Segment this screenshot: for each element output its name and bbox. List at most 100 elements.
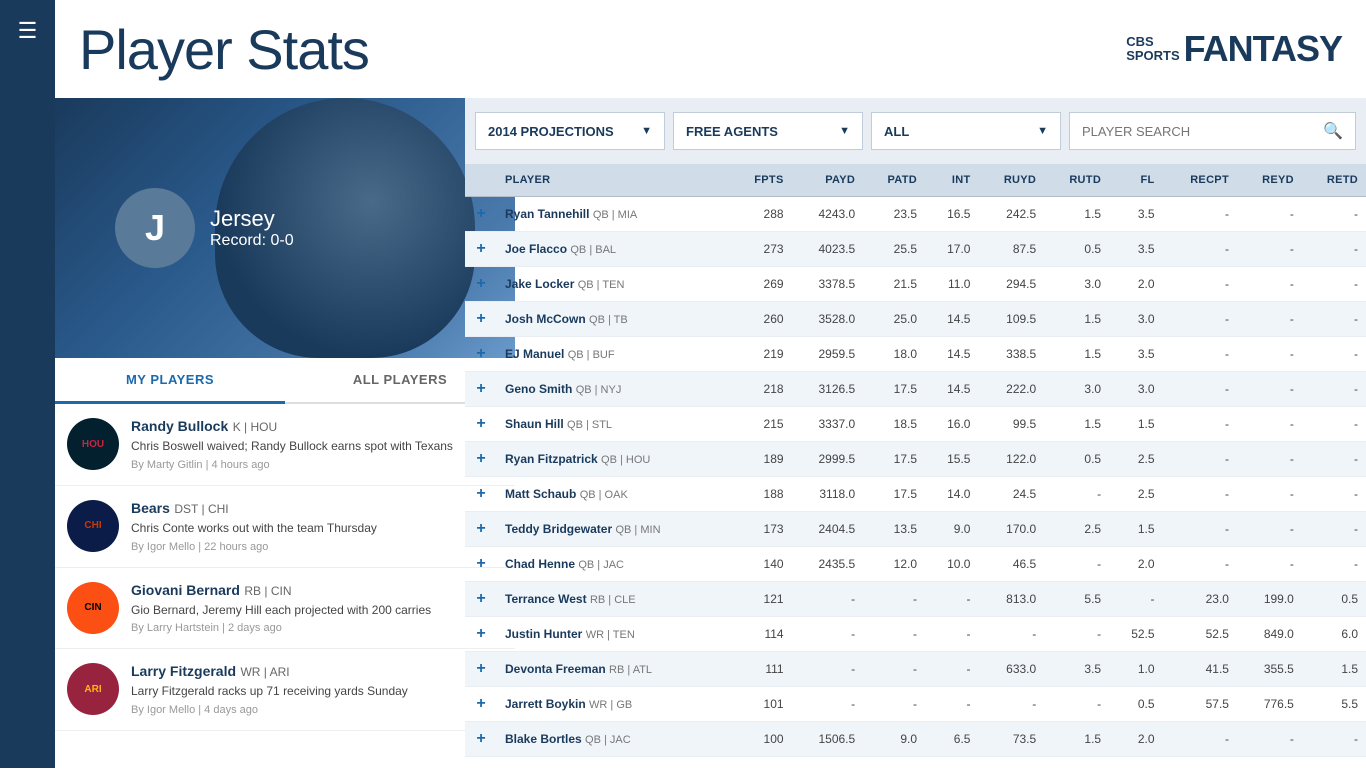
fl-cell: 2.5 (1109, 477, 1162, 512)
add-player-button[interactable]: + (473, 520, 489, 538)
ruyd-cell: 813.0 (978, 582, 1044, 617)
patd-cell: 17.5 (863, 372, 925, 407)
fl-cell: 2.0 (1109, 722, 1162, 757)
position-chevron-icon: ▼ (1025, 125, 1048, 137)
news-player-name: Randy Bullock K | HOU (131, 418, 503, 436)
col-retd: RETD (1302, 164, 1366, 197)
add-button-cell[interactable]: + (465, 197, 497, 232)
add-player-button[interactable]: + (473, 590, 489, 608)
position-filter[interactable]: ALL ▼ (871, 112, 1061, 150)
add-button-cell[interactable]: + (465, 232, 497, 267)
patd-cell: 25.5 (863, 232, 925, 267)
table-row: + Ryan Fitzpatrick QB | HOU 189 2999.5 1… (465, 442, 1366, 477)
table-container[interactable]: PLAYER FPTS PAYD PATD INT RUYD RUTD FL R… (465, 164, 1366, 774)
add-player-button[interactable]: + (473, 625, 489, 643)
table-row: + Chad Henne QB | JAC 140 2435.5 12.0 10… (465, 547, 1366, 582)
fl-cell: 3.5 (1109, 232, 1162, 267)
add-player-button[interactable]: + (473, 450, 489, 468)
table-row: + Geno Smith QB | NYJ 218 3126.5 17.5 14… (465, 372, 1366, 407)
reyd-cell: - (1237, 197, 1302, 232)
patd-cell: 25.0 (863, 302, 925, 337)
rutd-cell: 1.5 (1044, 722, 1109, 757)
rutd-cell: 1.5 (1044, 337, 1109, 372)
fl-cell: 3.5 (1109, 197, 1162, 232)
payd-cell: 3378.5 (792, 267, 864, 302)
add-button-cell[interactable]: + (465, 302, 497, 337)
payd-cell: - (792, 582, 864, 617)
fpts-cell: 189 (730, 442, 792, 477)
news-content: Bears DST | CHI Chris Conte works out wi… (131, 500, 503, 553)
team-logo: HOU (67, 418, 119, 470)
rutd-cell: - (1044, 687, 1109, 722)
team-logo: ARI (67, 663, 119, 715)
news-text: Chris Conte works out with the team Thur… (131, 520, 503, 537)
news-item: ARI Larry Fitzgerald WR | ARI Larry Fitz… (55, 649, 515, 731)
ruyd-cell: 122.0 (978, 442, 1044, 477)
add-button-cell[interactable]: + (465, 617, 497, 652)
news-text: Chris Boswell waived; Randy Bullock earn… (131, 438, 503, 455)
int-cell: 14.5 (925, 302, 978, 337)
add-button-cell[interactable]: + (465, 722, 497, 757)
ruyd-cell: 633.0 (978, 652, 1044, 687)
reyd-cell: - (1237, 337, 1302, 372)
reyd-cell: - (1237, 407, 1302, 442)
add-button-cell[interactable]: + (465, 652, 497, 687)
retd-cell: - (1302, 232, 1366, 267)
reyd-cell: 776.5 (1237, 687, 1302, 722)
add-button-cell[interactable]: + (465, 512, 497, 547)
payd-cell: 3126.5 (792, 372, 864, 407)
news-item: CHI Bears DST | CHI Chris Conte works ou… (55, 486, 515, 568)
rutd-cell: 2.5 (1044, 512, 1109, 547)
add-player-button[interactable]: + (473, 205, 489, 223)
stats-table: PLAYER FPTS PAYD PATD INT RUYD RUTD FL R… (465, 164, 1366, 757)
rutd-cell: 1.5 (1044, 197, 1109, 232)
season-filter[interactable]: 2014 PROJECTIONS ▼ (475, 112, 665, 150)
right-panel: 2014 PROJECTIONS ▼ FREE AGENTS ▼ ALL ▼ 🔍… (465, 98, 1366, 768)
rutd-cell: - (1044, 547, 1109, 582)
team-logo: CIN (67, 582, 119, 634)
add-button-cell[interactable]: + (465, 582, 497, 617)
news-text: Gio Bernard, Jeremy Hill each projected … (131, 602, 503, 619)
table-row: + Josh McCown QB | TB 260 3528.0 25.0 14… (465, 302, 1366, 337)
logo: CBS SPORTS FANTASY (1126, 28, 1342, 70)
pool-filter[interactable]: FREE AGENTS ▼ (673, 112, 863, 150)
add-player-button[interactable]: + (473, 310, 489, 328)
add-button-cell[interactable]: + (465, 687, 497, 722)
patd-cell: 17.5 (863, 442, 925, 477)
add-button-cell[interactable]: + (465, 442, 497, 477)
add-player-button[interactable]: + (473, 695, 489, 713)
add-player-button[interactable]: + (473, 730, 489, 748)
add-button-cell[interactable]: + (465, 337, 497, 372)
add-player-button[interactable]: + (473, 660, 489, 678)
add-player-button[interactable]: + (473, 240, 489, 258)
add-player-button[interactable]: + (473, 345, 489, 363)
add-player-button[interactable]: + (473, 415, 489, 433)
add-player-button[interactable]: + (473, 485, 489, 503)
add-player-button[interactable]: + (473, 555, 489, 573)
player-cell: Jake Locker QB | TEN (497, 267, 730, 302)
add-button-cell[interactable]: + (465, 267, 497, 302)
payd-cell: 3337.0 (792, 407, 864, 442)
ruyd-cell: 294.5 (978, 267, 1044, 302)
add-button-cell[interactable]: + (465, 372, 497, 407)
add-button-cell[interactable]: + (465, 547, 497, 582)
search-input[interactable] (1082, 124, 1323, 139)
news-content: Randy Bullock K | HOU Chris Boswell waiv… (131, 418, 503, 471)
add-button-cell[interactable]: + (465, 407, 497, 442)
rutd-cell: - (1044, 617, 1109, 652)
add-button-cell[interactable]: + (465, 477, 497, 512)
add-player-button[interactable]: + (473, 380, 489, 398)
reyd-cell: - (1237, 547, 1302, 582)
tab-my-players[interactable]: MY PLAYERS (55, 358, 285, 404)
ruyd-cell: 338.5 (978, 337, 1044, 372)
recpt-cell: - (1163, 337, 1237, 372)
add-player-button[interactable]: + (473, 275, 489, 293)
int-cell: 6.5 (925, 722, 978, 757)
recpt-cell: 23.0 (1163, 582, 1237, 617)
fpts-cell: 269 (730, 267, 792, 302)
hamburger-icon[interactable]: ☰ (18, 18, 38, 44)
sidebar: ☰ (0, 0, 55, 768)
int-cell: - (925, 687, 978, 722)
int-cell: 16.0 (925, 407, 978, 442)
payd-cell: 2999.5 (792, 442, 864, 477)
